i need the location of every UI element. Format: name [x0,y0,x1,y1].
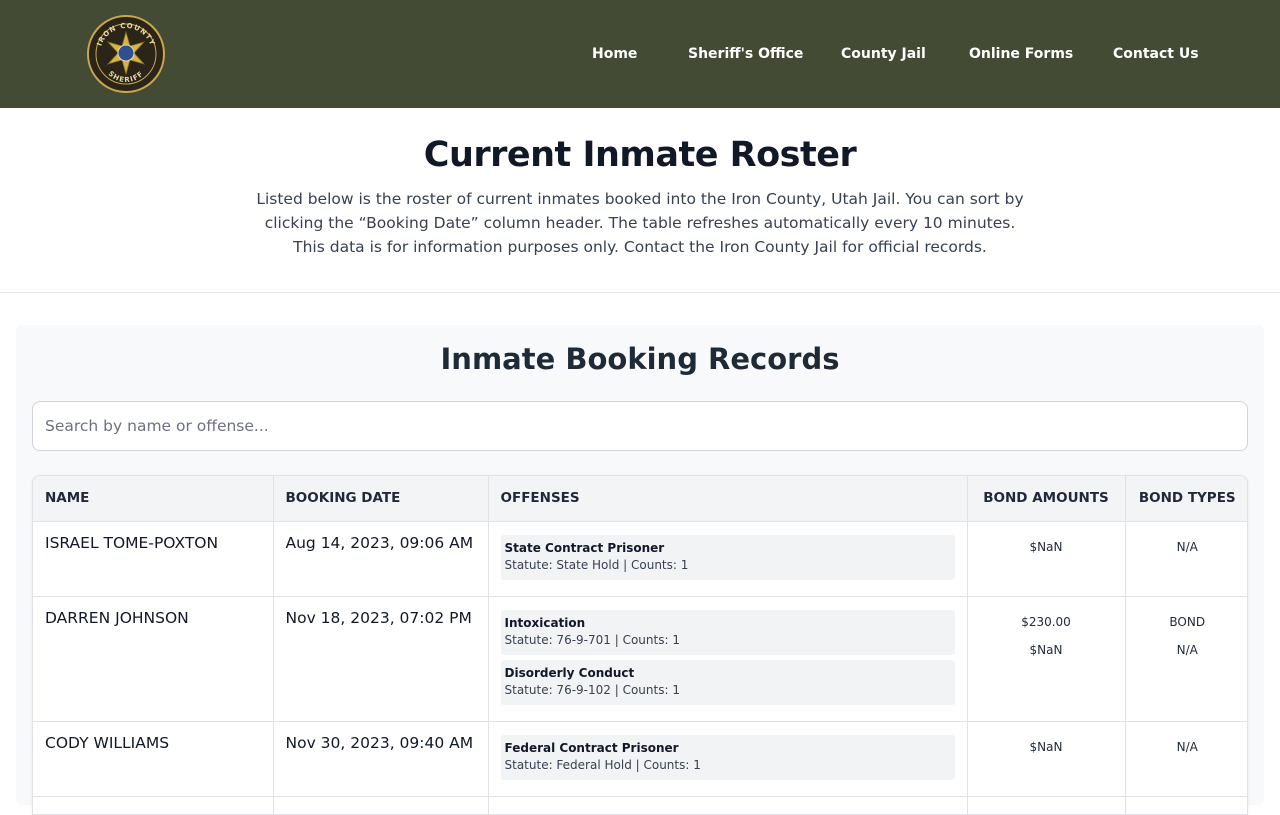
booking-records-panel: Inmate Booking Records NAME BOOKING DATE… [16,325,1264,815]
page-title: Current Inmate Roster [423,135,857,175]
bond-amount: $NaN [1029,642,1063,657]
nav-county-jail[interactable]: County Jail [841,46,926,62]
offense-item: Federal Contract Prisoner Statute: Feder… [500,734,955,780]
intro-description: Listed below is the roster of current in… [256,189,1024,256]
bond-type: N/A [1176,539,1198,554]
bond-amount: $230.00 [1021,614,1071,629]
inmate-table-container: NAME BOOKING DATE OFFENSES BOND AMOUNTS … [32,475,1248,815]
bond-amount: $NaN [1029,539,1063,554]
bond-amounts: $NaN [967,521,1126,597]
bond-types: BOND N/A [1125,596,1247,722]
bond-types: N/A [1125,721,1247,797]
table-row: DARREN JOHNSON Nov 18, 2023, 07:02 PM In… [33,596,1247,722]
offense-item: Intoxication Statute: 76-9-701 | Counts:… [500,609,955,655]
column-header-bond-amounts: BOND AMOUNTS [967,476,1126,522]
main-nav: Home Sheriff's Office County Jail Online… [0,0,1280,108]
offense-item: Disorderly Conduct Statute: 76-9-102 | C… [500,659,955,705]
offense-list: Intoxication Statute: 76-9-701 | Counts:… [488,596,968,722]
bond-amount: $NaN [1029,739,1063,754]
table-header-row: NAME BOOKING DATE OFFENSES BOND AMOUNTS … [33,476,1247,522]
intro-section: Current Inmate Roster Listed below is th… [0,108,1280,293]
offense-title: Intoxication [504,615,586,630]
bond-type: N/A [1176,739,1198,754]
bond-type: N/A [1176,642,1198,657]
column-header-offenses: OFFENSES [488,476,968,522]
column-header-name: NAME [33,476,274,522]
nav-online-forms[interactable]: Online Forms [969,46,1073,62]
bond-types: N/A [1125,521,1247,597]
inmate-name: CODY WILLIAMS [33,721,274,797]
offense-list: Federal Contract Prisoner Statute: Feder… [488,721,968,797]
offense-statute: Statute: Federal Hold | Counts: 1 [504,757,701,772]
column-header-booking-date[interactable]: BOOKING DATE [273,476,489,522]
offense-statute: Statute: State Hold | Counts: 1 [504,557,689,572]
booking-date: Nov 30, 2023, 09:40 AM [273,721,489,797]
offense-list: State Contract Prisoner Statute: State H… [488,521,968,597]
offense-statute: Statute: 76-9-701 | Counts: 1 [504,632,680,647]
inmate-name: ISRAEL TOME-POXTON [33,521,274,597]
site-header: IRON COUNTY SHERIFF Home Sheriff's Offic… [0,0,1280,108]
offense-title: Disorderly Conduct [504,665,635,680]
offense-item: State Contract Prisoner Statute: State H… [500,534,955,580]
records-title: Inmate Booking Records [440,342,840,376]
nav-home[interactable]: Home [592,46,637,62]
bond-type: BOND [1169,614,1206,629]
nav-contact-us[interactable]: Contact Us [1113,46,1199,62]
inmate-table: NAME BOOKING DATE OFFENSES BOND AMOUNTS … [33,476,1247,814]
offense-title: Federal Contract Prisoner [504,740,679,755]
column-header-bond-types: BOND TYPES [1125,476,1247,522]
offense-title: State Contract Prisoner [504,540,665,555]
table-row: CODY WILLIAMS Nov 30, 2023, 09:40 AM Fed… [33,721,1247,797]
bond-amounts: $NaN [967,721,1126,797]
bond-amounts: $230.00 $NaN [967,596,1126,722]
offense-statute: Statute: 76-9-102 | Counts: 1 [504,682,680,697]
search-input[interactable] [32,401,1248,451]
nav-sheriffs-office[interactable]: Sheriff's Office [688,46,803,62]
inmate-name: DARREN JOHNSON [33,596,274,722]
booking-date: Nov 18, 2023, 07:02 PM [273,596,489,722]
table-row: ISRAEL TOME-POXTON Aug 14, 2023, 09:06 A… [33,521,1247,597]
table-row [33,796,1247,814]
booking-date: Aug 14, 2023, 09:06 AM [273,521,489,597]
